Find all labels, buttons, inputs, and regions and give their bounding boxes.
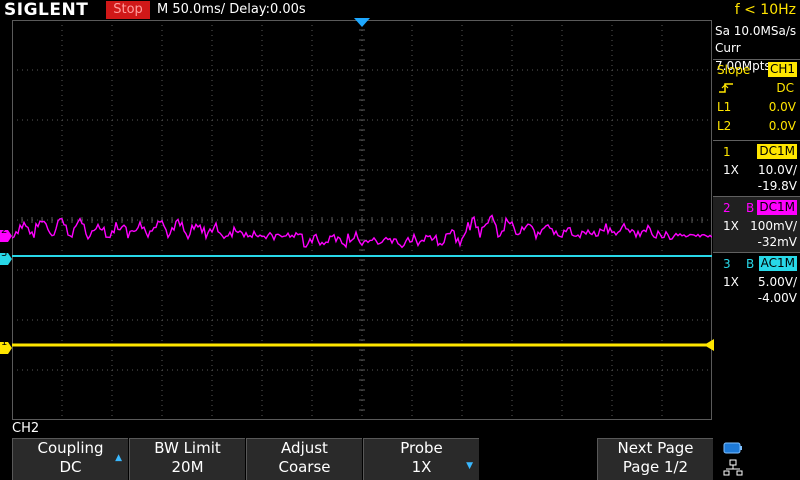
coupling-softkey[interactable]: Coupling DC ▲: [12, 438, 128, 480]
softkey-label: Next Page: [617, 439, 694, 457]
probe-softkey[interactable]: Probe 1X ▼: [363, 438, 479, 480]
softkey-value: Coarse: [278, 458, 331, 476]
rising-edge-icon: [719, 83, 733, 93]
ch1-coupling-badge: DC1M: [757, 144, 797, 159]
trigger-coupling: DC: [776, 81, 794, 95]
timebase-readout[interactable]: M 50.0ms/ Delay:0.00s: [157, 0, 306, 20]
trigger-position-icon[interactable]: [354, 18, 370, 28]
softkey-value: DC: [59, 458, 82, 476]
ch1-number: 1: [723, 145, 731, 159]
trigger-l1-label: L1: [717, 100, 732, 114]
ch3-number: 3: [723, 257, 731, 271]
run-stop-badge[interactable]: Stop: [106, 1, 150, 19]
ch3-coupling-badge: AC1M: [758, 256, 797, 271]
graticule: [12, 20, 712, 420]
trigger-l2-value: 0.0V: [768, 119, 796, 133]
adjust-softkey[interactable]: Adjust Coarse: [246, 438, 362, 480]
softkey-value: 1X: [411, 458, 432, 476]
trigger-source-badge: CH1: [767, 62, 797, 77]
menu-title: CH2: [12, 421, 40, 436]
trigger-l2-label: L2: [717, 119, 732, 133]
ch3-offset-marker[interactable]: 3: [0, 248, 12, 265]
ch3-marker-label: 3: [1, 248, 8, 259]
bw-limit-softkey[interactable]: BW Limit 20M: [129, 438, 245, 480]
trigger-level-icon[interactable]: [704, 339, 714, 351]
ch2-bw-flag: B: [746, 201, 755, 215]
ch2-marker-label: 2: [1, 225, 8, 236]
ch2-coupling-badge: DC1M: [757, 200, 797, 215]
softkey-label: Adjust: [281, 439, 328, 457]
usb-storage-icon: [723, 442, 742, 454]
ch3-probe: 1X: [723, 275, 739, 289]
ch3-info-panel[interactable]: 3 B AC1M 1X 5.00V/ -4.00V: [713, 252, 800, 309]
softkey-label: Probe: [400, 439, 443, 457]
next-page-softkey[interactable]: Next Page Page 1/2: [597, 438, 713, 480]
network-icon: [723, 459, 743, 476]
ch2-offset: -32mV: [757, 235, 798, 249]
softkey-label: BW Limit: [154, 439, 221, 457]
frequency-counter: f < 10Hz: [734, 2, 796, 18]
ch1-offset-marker[interactable]: 1: [0, 337, 12, 354]
ch2-offset-marker[interactable]: 2: [0, 225, 12, 242]
ch2-info-panel[interactable]: 2 B DC1M 1X 100mV/ -32mV: [713, 196, 800, 253]
ch3-bw-flag: B: [746, 257, 755, 271]
trigger-info-panel[interactable]: Slope CH1 DC L1 0.0V L2 0.0V: [713, 59, 800, 140]
ch2-probe: 1X: [723, 219, 739, 233]
trigger-type: Slope: [717, 63, 751, 77]
ch3-offset: -4.00V: [757, 291, 797, 305]
sample-rate: Sa 10.0MSa/s: [715, 24, 797, 38]
ch1-marker-label: 1: [1, 337, 8, 348]
down-arrow-icon: ▼: [466, 461, 473, 471]
ch1-probe: 1X: [723, 163, 739, 177]
ch1-offset: -19.8V: [757, 179, 797, 193]
trigger-l1-value: 0.0V: [768, 100, 796, 114]
softkey-value: Page 1/2: [622, 458, 689, 476]
softkey-value: 20M: [171, 458, 204, 476]
up-arrow-icon: ▲: [115, 453, 122, 463]
empty-softkey: [480, 438, 596, 480]
brand-logo: SIGLENT: [4, 0, 89, 20]
ch1-info-panel[interactable]: 1 DC1M 1X 10.0V/ -19.8V: [713, 140, 800, 197]
waveform-display[interactable]: [12, 20, 712, 420]
ch2-number: 2: [723, 201, 731, 215]
softkey-label: Coupling: [37, 439, 104, 457]
